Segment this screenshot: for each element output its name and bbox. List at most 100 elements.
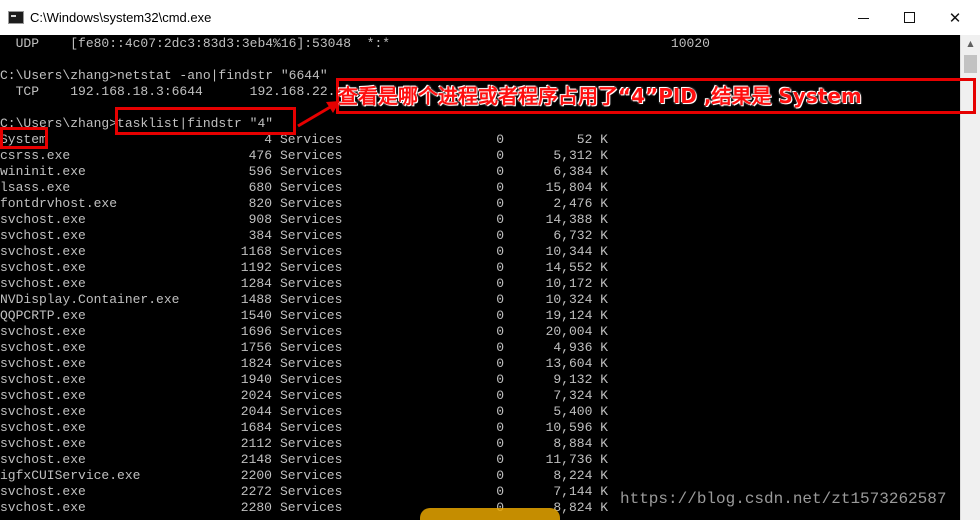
process-session: Services [280,484,343,499]
process-name: svchost.exe [0,500,86,515]
process-memory: 9,132 K [553,372,608,387]
process-memory: 6,384 K [553,164,608,179]
process-name: lsass.exe [0,180,71,195]
process-memory: 8,884 K [553,436,608,451]
process-name: svchost.exe [0,356,86,371]
maximize-button[interactable] [886,0,932,35]
process-pid: 2024 [240,388,272,403]
process-session-number: 0 [496,180,504,195]
process-session-number: 0 [496,436,504,451]
process-name: svchost.exe [0,260,86,275]
process-name: csrss.exe [0,148,71,163]
watermark: https://blog.csdn.net/zt1573262587 [620,490,947,508]
process-name: svchost.exe [0,404,86,419]
process-session: Services [280,436,343,451]
process-session-number: 0 [496,404,504,419]
process-memory: 11,736 K [545,452,608,467]
process-session: Services [280,148,343,163]
process-row: svchost.exe 1168 Services 0 10,344 K [0,244,960,260]
callout-annotation: 查看是哪个进程或者程序占用了“4”PID ,结果是 System [338,84,862,108]
process-row: svchost.exe 2112 Services 0 8,884 K [0,436,960,452]
process-pid: 908 [248,212,272,227]
process-session: Services [280,212,343,227]
process-row: svchost.exe 908 Services 0 14,388 K [0,212,960,228]
process-memory: 10,324 K [545,292,608,307]
process-memory: 5,400 K [553,404,608,419]
process-session: Services [280,404,343,419]
process-session: Services [280,292,343,307]
process-session-number: 0 [496,420,504,435]
process-session: Services [280,164,343,179]
process-pid: 1824 [240,356,272,371]
process-pid: 1756 [240,340,272,355]
process-pid: 2044 [240,404,272,419]
callout-arrow-icon [297,101,340,128]
process-session-number: 0 [496,148,504,163]
process-row: svchost.exe 1696 Services 0 20,004 K [0,324,960,340]
process-memory: 4,936 K [553,340,608,355]
process-pid: 1696 [240,324,272,339]
process-memory: 5,312 K [553,148,608,163]
window-title: C:\Windows\system32\cmd.exe [30,10,212,25]
process-row: lsass.exe 680 Services 0 15,804 K [0,180,960,196]
scroll-up-arrow-icon[interactable]: ▲ [961,35,980,52]
title-bar[interactable]: C:\Windows\system32\cmd.exe ✕ [0,0,980,36]
process-pid: 1168 [240,244,272,259]
process-session-number: 0 [496,228,504,243]
minimize-button[interactable] [840,0,886,35]
process-row: svchost.exe 2148 Services 0 11,736 K [0,452,960,468]
process-name: svchost.exe [0,388,86,403]
process-row: QQPCRTP.exe 1540 Services 0 19,124 K [0,308,960,324]
process-row: svchost.exe 1756 Services 0 4,936 K [0,340,960,356]
process-name: svchost.exe [0,340,86,355]
process-session: Services [280,340,343,355]
process-session-number: 0 [496,356,504,371]
scrollbar-thumb[interactable] [964,55,977,73]
process-session-number: 0 [496,132,504,147]
cmd-window: C:\Windows\system32\cmd.exe ✕ UDP [fe80:… [0,0,980,520]
process-memory: 2,476 K [553,196,608,211]
process-row: svchost.exe 1684 Services 0 10,596 K [0,420,960,436]
process-name: igfxCUIService.exe [0,468,141,483]
close-button[interactable]: ✕ [932,0,978,35]
process-name: svchost.exe [0,436,86,451]
process-pid: 1940 [240,372,272,387]
process-pid: 384 [248,228,272,243]
process-pid: 476 [248,148,272,163]
process-pid: 820 [248,196,272,211]
process-session-number: 0 [496,292,504,307]
process-session: Services [280,452,343,467]
process-session-number: 0 [496,244,504,259]
process-memory: 10,596 K [545,420,608,435]
process-memory: 8,224 K [553,468,608,483]
process-session-number: 0 [496,452,504,467]
process-row: svchost.exe 2024 Services 0 7,324 K [0,388,960,404]
highlight-command-box [115,107,296,135]
process-session: Services [280,180,343,195]
process-pid: 1488 [240,292,272,307]
process-session-number: 0 [496,276,504,291]
process-row: svchost.exe 1940 Services 0 9,132 K [0,372,960,388]
process-name: wininit.exe [0,164,86,179]
process-row: fontdrvhost.exe 820 Services 0 2,476 K [0,196,960,212]
process-session-number: 0 [496,164,504,179]
process-session-number: 0 [496,260,504,275]
process-name: svchost.exe [0,212,86,227]
process-session: Services [280,500,343,515]
process-session: Services [280,388,343,403]
process-name: QQPCRTP.exe [0,308,86,323]
process-memory: 10,172 K [545,276,608,291]
process-row: igfxCUIService.exe 2200 Services 0 8,224 K [0,468,960,484]
process-memory: 20,004 K [545,324,608,339]
process-memory: 6,732 K [553,228,608,243]
process-row: svchost.exe 1824 Services 0 13,604 K [0,356,960,372]
process-session-number: 0 [496,468,504,483]
cmd-app-icon[interactable] [8,11,24,24]
process-pid: 2112 [240,436,272,451]
process-pid: 1284 [240,276,272,291]
process-memory: 19,124 K [545,308,608,323]
process-session-number: 0 [496,212,504,227]
close-icon: ✕ [948,8,962,27]
process-row: svchost.exe 1192 Services 0 14,552 K [0,260,960,276]
